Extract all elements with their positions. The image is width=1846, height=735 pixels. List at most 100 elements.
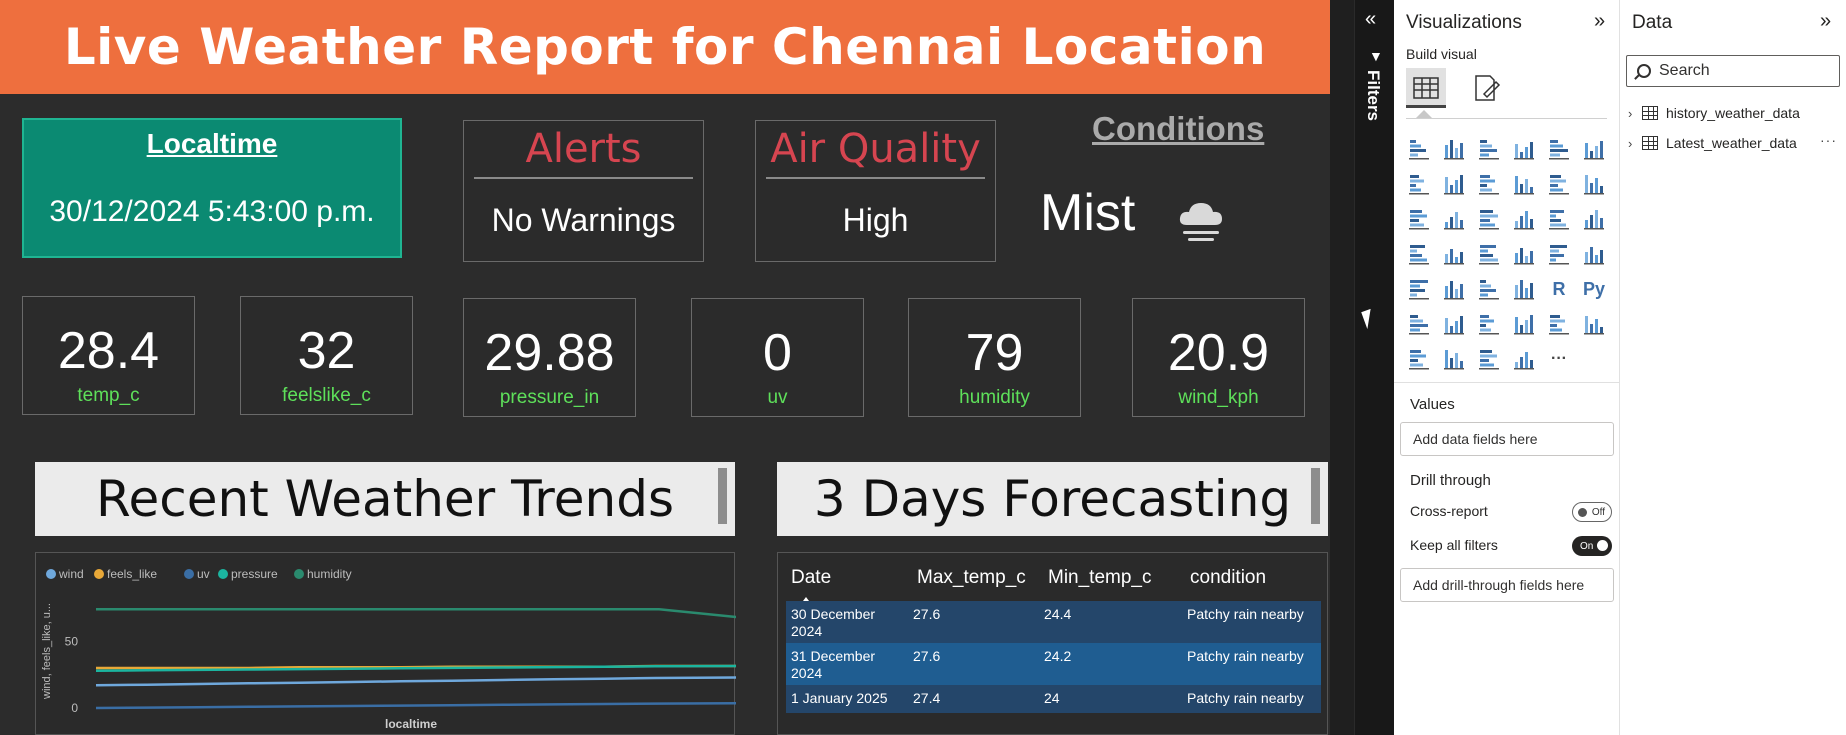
powerapps-icon[interactable] [1476,346,1502,372]
table-item-latest-weather[interactable]: › Latest_weather_data [1628,131,1797,155]
kpi-value: 0 [763,324,792,382]
values-field-well[interactable]: Add data fields here [1400,422,1614,456]
series-line-humidity [96,601,787,622]
custom-visual-icon[interactable] [1441,346,1467,372]
more-options-icon[interactable]: ··· [1820,132,1837,148]
python-visual-icon[interactable]: Py [1581,276,1607,302]
report-canvas: Live Weather Report for Chennai Location… [0,0,1330,735]
qa-icon[interactable] [1476,311,1502,337]
keep-all-filters-toggle[interactable]: On [1572,536,1612,556]
forecast-table[interactable]: Date Max_temp_c Min_temp_c condition 30 … [777,552,1328,735]
table-row[interactable]: 30 December 2024 27.6 24.4 Patchy rain ne… [786,601,1321,643]
line-chart-icon[interactable] [1406,171,1432,197]
trends-header-text: Recent Weather Trends [95,470,674,528]
kpi-card-pressure[interactable]: 29.88 pressure_in [463,298,636,417]
card-new-icon[interactable] [1406,346,1432,372]
column-header-min-temp[interactable]: Min_temp_c [1048,567,1152,589]
treemap-icon[interactable] [1581,206,1607,232]
decomposition-tree-icon[interactable] [1441,311,1467,337]
waterfall-icon[interactable] [1406,206,1432,232]
narrative-icon[interactable] [1511,311,1537,337]
expand-chevron-icon[interactable]: « [1365,8,1376,31]
kpi-label: pressure_in [499,387,600,408]
multirow-card-icon[interactable] [1581,241,1607,267]
stacked-area-icon[interactable] [1476,171,1502,197]
build-visual-tab[interactable] [1406,68,1446,108]
keep-all-filters-label: Keep all filters [1410,537,1498,553]
table-row[interactable]: 1 January 2025 27.4 24 Patchy rain nearb… [786,685,1321,713]
tab-pointer [1416,110,1432,118]
trends-header: Recent Weather Trends [35,462,735,536]
pie-chart-icon[interactable] [1511,206,1537,232]
area-chart-icon[interactable] [1441,171,1467,197]
trends-line-chart[interactable]: wind feels_like uv pressure humidity wind, fe… [36,553,787,735]
kpi-card-feelslike[interactable]: 32 feelslike_c [240,296,413,415]
ribbon-chart-icon[interactable] [1581,171,1607,197]
report-title: Live Weather Report for Chennai Location [63,18,1267,76]
map-icon[interactable] [1406,241,1432,267]
donut-chart-icon[interactable] [1546,206,1572,232]
kpi-label: temp_c [77,385,140,406]
table-name: history_weather_data [1666,105,1800,121]
100-bar-icon[interactable] [1546,136,1572,162]
more-visuals-icon[interactable]: ··· [1546,346,1572,372]
kpi-card-temp[interactable]: 28.4 temp_c [22,296,195,415]
kpi-card-humidity[interactable]: 79 humidity [908,298,1081,417]
table-row[interactable]: 31 December 2024 27.6 24.2 Patchy rain ne… [786,643,1321,685]
column-header-date[interactable]: Date [791,567,831,589]
azure-map-icon[interactable] [1476,241,1502,267]
expand-chevron-icon[interactable]: › [1628,106,1642,121]
cell-condition: Patchy rain nearby [1187,690,1304,706]
expand-chevron-icon[interactable]: › [1628,136,1642,151]
gauge-icon[interactable] [1511,241,1537,267]
kpi-card-uv[interactable]: 0 uv [691,298,864,417]
matrix-icon[interactable] [1511,276,1537,302]
slicer-icon[interactable] [1441,276,1467,302]
power-automate-icon[interactable] [1511,346,1537,372]
cross-report-toggle[interactable]: Off [1572,502,1612,522]
search-input[interactable]: Search [1626,55,1840,87]
x-axis-label: localtime [385,717,437,731]
filled-map-icon[interactable] [1441,241,1467,267]
paginated-report-icon[interactable] [1581,311,1607,337]
filters-label[interactable]: Filters [1363,70,1383,121]
cell-date: 30 December 2024 [791,606,876,639]
clustered-bar-icon[interactable] [1476,136,1502,162]
goals-icon[interactable] [1546,311,1572,337]
clustered-column-icon[interactable] [1511,136,1537,162]
alerts-value: No Warnings [491,201,676,238]
forecast-header-text: 3 Days Forecasting [813,470,1292,528]
air-quality-title: Air Quality [770,126,981,172]
format-visual-tab[interactable] [1466,68,1506,108]
trends-chart-panel[interactable]: wind feels_like uv pressure humidity wind, fe… [35,552,787,735]
card-icon[interactable] [1546,241,1572,267]
stacked-column-icon[interactable] [1441,136,1467,162]
table-icon[interactable] [1476,276,1502,302]
collapse-chevron-icon[interactable]: » [1820,10,1831,33]
scatter-icon[interactable] [1476,206,1502,232]
filters-pane-collapsed[interactable]: « ▼ Filters [1354,0,1394,735]
kpi-label: humidity [959,387,1030,408]
column-header-condition[interactable]: condition [1190,567,1266,589]
stacked-bar-icon[interactable] [1406,136,1432,162]
forecast-header-scrollbar[interactable] [1311,468,1320,524]
kpi-card-wind[interactable]: 20.9 wind_kph [1132,298,1305,417]
r-visual-icon[interactable]: R [1546,276,1572,302]
collapse-chevron-icon[interactable]: » [1594,10,1605,33]
column-header-max-temp[interactable]: Max_temp_c [917,567,1026,589]
funnel-icon[interactable] [1441,206,1467,232]
alerts-card[interactable]: Alerts No Warnings [463,120,704,262]
search-placeholder: Search [1659,62,1710,79]
table-item-history-weather[interactable]: › history_weather_data [1628,101,1800,125]
localtime-card[interactable]: Localtime 30/12/2024 5:43:00 p.m. [22,118,402,258]
kpi-icon[interactable] [1406,276,1432,302]
line-clustered-icon[interactable] [1546,171,1572,197]
legend-label: wind [58,567,84,581]
trends-header-scrollbar[interactable] [718,468,727,524]
air-quality-card[interactable]: Air Quality High [755,120,996,262]
100-column-icon[interactable] [1581,136,1607,162]
line-column-icon[interactable] [1511,171,1537,197]
drill-through-field-well[interactable]: Add drill-through fields here [1400,568,1614,602]
key-influencers-icon[interactable] [1406,311,1432,337]
visualizations-pane: Visualizations » Build visual R Py ··· Val… [1394,0,1620,735]
